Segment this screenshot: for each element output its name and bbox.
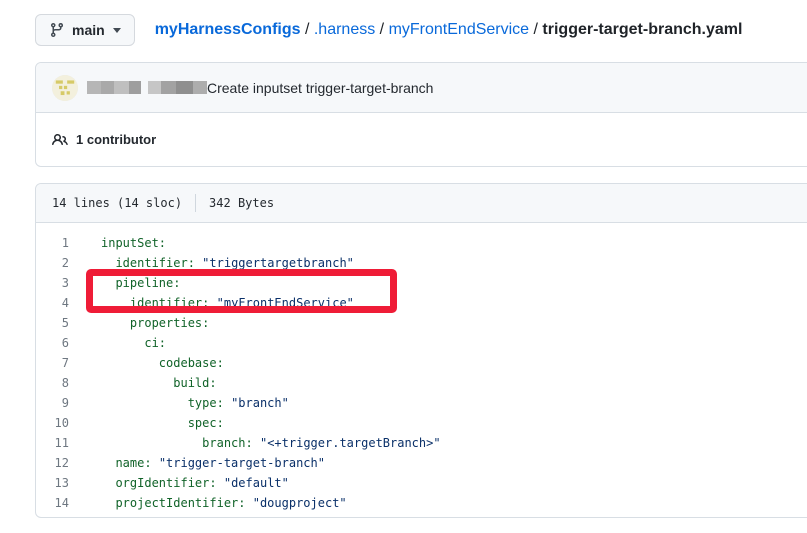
- line-number[interactable]: 7: [36, 353, 69, 373]
- file-path-bar: main myHarnessConfigs / .harness / myFro…: [35, 14, 742, 46]
- file-lines-info: 14 lines (14 sloc): [52, 196, 182, 210]
- redaction-block: [176, 81, 193, 94]
- code-line-12: 12 name: "trigger-target-branch": [36, 453, 807, 473]
- line-number[interactable]: 12: [36, 453, 69, 473]
- line-number[interactable]: 4: [36, 293, 69, 313]
- line-number[interactable]: 10: [36, 413, 69, 433]
- branch-name-label: main: [72, 22, 105, 38]
- code-line-3: 3 pipeline:: [36, 273, 807, 293]
- redaction-block: [148, 81, 161, 94]
- code-text: ci:: [69, 333, 166, 353]
- code-text: properties:: [69, 313, 209, 333]
- file-blob-card: 14 lines (14 sloc) 342 Bytes 1inputSet:2…: [35, 183, 807, 518]
- redaction-block: [101, 81, 114, 94]
- line-number[interactable]: 1: [36, 233, 69, 253]
- redaction-block: [193, 81, 207, 94]
- line-number[interactable]: 3: [36, 273, 69, 293]
- redacted-author-name: [87, 81, 207, 94]
- breadcrumb-segment-trigger-target-branch-yaml: trigger-target-branch.yaml: [542, 21, 742, 38]
- line-number[interactable]: 8: [36, 373, 69, 393]
- redaction-block: [161, 81, 176, 94]
- code-text: spec:: [69, 413, 224, 433]
- code-line-1: 1inputSet:: [36, 233, 807, 253]
- code-line-7: 7 codebase:: [36, 353, 807, 373]
- line-number[interactable]: 14: [36, 493, 69, 513]
- breadcrumb: myHarnessConfigs / .harness / myFrontEnd…: [155, 21, 743, 39]
- code-line-4: 4 identifier: "myFrontEndService": [36, 293, 807, 313]
- breadcrumb-separator: /: [375, 21, 388, 38]
- line-number[interactable]: 5: [36, 313, 69, 333]
- line-number[interactable]: 13: [36, 473, 69, 493]
- code-text: name: "trigger-target-branch": [69, 453, 325, 473]
- latest-commit-row: Create inputset trigger-target-branch: [36, 63, 807, 113]
- commit-message-link[interactable]: Create inputset trigger-target-branch: [207, 80, 433, 96]
- line-number[interactable]: 2: [36, 253, 69, 273]
- code-text: type: "branch": [69, 393, 289, 413]
- code-line-9: 9 type: "branch": [36, 393, 807, 413]
- latest-commit-card: Create inputset trigger-target-branch 1 …: [35, 62, 807, 167]
- code-text: identifier: "triggertargetbranch": [69, 253, 354, 273]
- meta-divider: [195, 194, 196, 212]
- code-line-5: 5 properties:: [36, 313, 807, 333]
- code-lines: 1inputSet:2 identifier: "triggertargetbr…: [36, 223, 807, 517]
- redaction-block: [129, 81, 141, 94]
- file-meta-bar: 14 lines (14 sloc) 342 Bytes: [36, 184, 807, 223]
- file-size: 342 Bytes: [209, 196, 274, 210]
- code-text: orgIdentifier: "default": [69, 473, 289, 493]
- avatar[interactable]: [52, 75, 78, 101]
- code-line-10: 10 spec:: [36, 413, 807, 433]
- redaction-block: [141, 81, 148, 94]
- redaction-block: [87, 81, 101, 94]
- contributors-row[interactable]: 1 contributor: [36, 113, 807, 166]
- code-text: pipeline:: [69, 273, 180, 293]
- code-line-13: 13 orgIdentifier: "default": [36, 473, 807, 493]
- code-text: branch: "<+trigger.targetBranch>": [69, 433, 441, 453]
- breadcrumb-segment-myfrontendservice[interactable]: myFrontEndService: [389, 21, 530, 38]
- line-number[interactable]: 6: [36, 333, 69, 353]
- redaction-block: [114, 81, 129, 94]
- code-text: inputSet:: [69, 233, 166, 253]
- code-text: build:: [69, 373, 217, 393]
- code-line-8: 8 build:: [36, 373, 807, 393]
- breadcrumb-segment-myharnessconfigs[interactable]: myHarnessConfigs: [155, 21, 301, 38]
- code-line-6: 6 ci:: [36, 333, 807, 353]
- branch-selector-button[interactable]: main: [35, 14, 135, 46]
- people-icon: [52, 132, 68, 148]
- code-text: projectIdentifier: "dougproject": [69, 493, 347, 513]
- code-text: identifier: "myFrontEndService": [69, 293, 354, 313]
- chevron-down-icon: [113, 28, 121, 33]
- contributors-label: 1 contributor: [76, 132, 156, 147]
- breadcrumb-segment--harness[interactable]: .harness: [314, 21, 375, 38]
- git-branch-icon: [49, 22, 65, 38]
- code-line-11: 11 branch: "<+trigger.targetBranch>": [36, 433, 807, 453]
- breadcrumb-separator: /: [529, 21, 542, 38]
- line-number[interactable]: 11: [36, 433, 69, 453]
- line-number[interactable]: 9: [36, 393, 69, 413]
- breadcrumb-separator: /: [301, 21, 314, 38]
- code-line-2: 2 identifier: "triggertargetbranch": [36, 253, 807, 273]
- code-text: codebase:: [69, 353, 224, 373]
- code-line-14: 14 projectIdentifier: "dougproject": [36, 493, 807, 513]
